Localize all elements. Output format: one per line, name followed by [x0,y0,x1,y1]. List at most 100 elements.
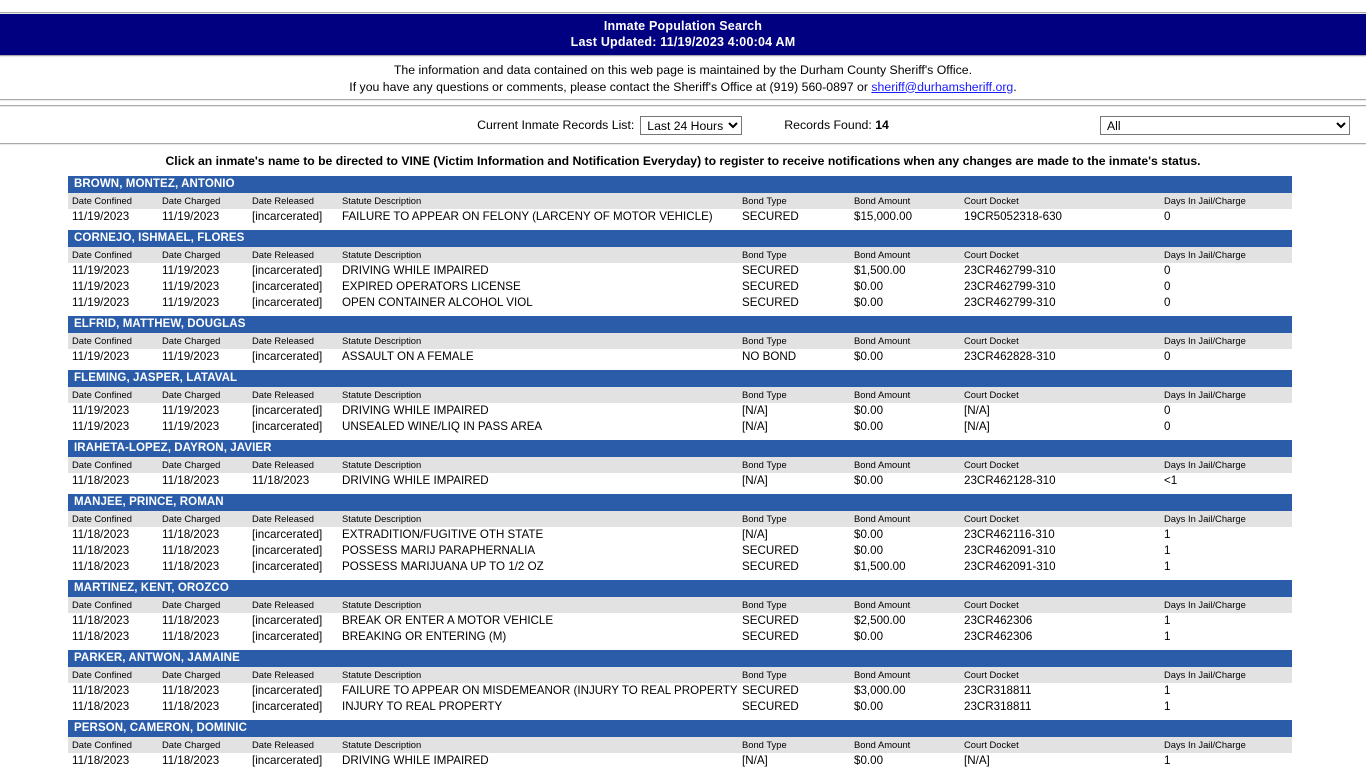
cell-date-confined: 11/19/2023 [68,419,158,435]
inmate-name-link[interactable]: MARTINEZ, KENT, OROZCO [74,582,229,594]
column-header-row: Date ConfinedDate ChargedDate ReleasedSt… [68,247,1292,263]
inmate-name-link[interactable]: IRAHETA-LOPEZ, DAYRON, JAVIER [74,442,272,454]
cell-days-in-jail: 0 [1160,419,1292,435]
table-row: 11/18/202311/18/2023[incarcerated]BREAK … [68,613,1292,629]
inmate-name-link[interactable]: BROWN, MONTEZ, ANTONIO [74,178,235,190]
cell-date-confined: 11/18/2023 [68,559,158,575]
cell-statute-description: DRIVING WHILE IMPAIRED [338,473,738,489]
cell-statute-description: FAILURE TO APPEAR ON MISDEMEANOR (INJURY… [338,683,738,699]
cell-date-charged: 11/18/2023 [158,629,248,645]
cell-court-docket: [N/A] [960,403,1160,419]
column-header-court-docket: Court Docket [960,737,1160,753]
table-row: 11/19/202311/19/2023[incarcerated]DRIVIN… [68,403,1292,419]
table-row: 11/19/202311/19/2023[incarcerated]DRIVIN… [68,263,1292,279]
column-header-statute-description: Statute Description [338,247,738,263]
cell-bond-type: [N/A] [738,403,850,419]
sheriff-email-link[interactable]: sheriff@durhamsheriff.org [871,80,1013,94]
column-header-bond-type: Bond Type [738,667,850,683]
cell-court-docket: 23CR462091-310 [960,559,1160,575]
cell-days-in-jail: 1 [1160,699,1292,715]
cell-date-released: [incarcerated] [248,559,338,575]
column-header-date-charged: Date Charged [158,457,248,473]
table-row: 11/18/202311/18/2023[incarcerated]DRIVIN… [68,753,1292,768]
cell-date-charged: 11/19/2023 [158,295,248,311]
column-header-date-charged: Date Charged [158,597,248,613]
inmate-name-row: PARKER, ANTWON, JAMAINE [68,650,1292,667]
column-header-date-confined: Date Confined [68,193,158,209]
column-header-court-docket: Court Docket [960,193,1160,209]
cell-date-charged: 11/18/2023 [158,473,248,489]
inmate-name-link[interactable]: ELFRID, MATTHEW, DOUGLAS [74,318,245,330]
cell-days-in-jail: 0 [1160,349,1292,365]
inmate-filter-select[interactable]: All [1100,116,1350,135]
column-header-row: Date ConfinedDate ChargedDate ReleasedSt… [68,457,1292,473]
cell-date-confined: 11/19/2023 [68,403,158,419]
cell-date-released: [incarcerated] [248,543,338,559]
cell-date-released: [incarcerated] [248,209,338,225]
inmate-name-row: MANJEE, PRINCE, ROMAN [68,494,1292,511]
inmate-name-link[interactable]: FLEMING, JASPER, LATAVAL [74,372,237,384]
cell-days-in-jail: 0 [1160,209,1292,225]
column-header-bond-type: Bond Type [738,247,850,263]
inmate-name-cell: MANJEE, PRINCE, ROMAN [68,494,1292,511]
column-header-days-in-jail: Days In Jail/Charge [1160,457,1292,473]
inmate-name-row: BROWN, MONTEZ, ANTONIO [68,176,1292,193]
column-header-days-in-jail: Days In Jail/Charge [1160,193,1292,209]
column-header-days-in-jail: Days In Jail/Charge [1160,667,1292,683]
inmate-name-cell: BROWN, MONTEZ, ANTONIO [68,176,1292,193]
cell-bond-type: SECURED [738,279,850,295]
column-header-court-docket: Court Docket [960,667,1160,683]
column-header-bond-amount: Bond Amount [850,387,960,403]
cell-date-confined: 11/18/2023 [68,527,158,543]
cell-bond-type: SECURED [738,543,850,559]
column-header-days-in-jail: Days In Jail/Charge [1160,597,1292,613]
cell-bond-type: NO BOND [738,349,850,365]
column-header-days-in-jail: Days In Jail/Charge [1160,333,1292,349]
inmate-name-link[interactable]: PARKER, ANTWON, JAMAINE [74,652,240,664]
vine-notice: Click an inmate's name to be directed to… [0,145,1366,176]
cell-date-confined: 11/19/2023 [68,295,158,311]
records-found-group: Records Found: 14 [784,118,889,132]
column-header-days-in-jail: Days In Jail/Charge [1160,387,1292,403]
column-header-date-charged: Date Charged [158,667,248,683]
cell-date-confined: 11/18/2023 [68,613,158,629]
column-header-date-confined: Date Confined [68,387,158,403]
cell-days-in-jail: 0 [1160,295,1292,311]
inmate-name-cell: ELFRID, MATTHEW, DOUGLAS [68,316,1292,333]
inmate-name-cell: IRAHETA-LOPEZ, DAYRON, JAVIER [68,440,1292,457]
column-header-date-confined: Date Confined [68,737,158,753]
column-header-date-confined: Date Confined [68,667,158,683]
cell-bond-amount: $2,500.00 [850,613,960,629]
cell-statute-description: UNSEALED WINE/LIQ IN PASS AREA [338,419,738,435]
column-header-statute-description: Statute Description [338,457,738,473]
cell-date-confined: 11/19/2023 [68,349,158,365]
cell-date-confined: 11/19/2023 [68,279,158,295]
inmate-name-row: CORNEJO, ISHMAEL, FLORES [68,230,1292,247]
inmate-name-link[interactable]: MANJEE, PRINCE, ROMAN [74,496,224,508]
cell-date-released: [incarcerated] [248,349,338,365]
column-header-date-released: Date Released [248,667,338,683]
controls-bar: Current Inmate Records List: Last 24 Hou… [0,113,1366,137]
column-header-bond-type: Bond Type [738,387,850,403]
inmate-name-link[interactable]: PERSON, CAMERON, DOMINIC [74,722,247,734]
cell-bond-amount: $0.00 [850,543,960,559]
inmate-name-row: FLEMING, JASPER, LATAVAL [68,370,1292,387]
column-header-row: Date ConfinedDate ChargedDate ReleasedSt… [68,737,1292,753]
column-header-bond-type: Bond Type [738,511,850,527]
cell-date-charged: 11/18/2023 [158,699,248,715]
cell-date-confined: 11/18/2023 [68,683,158,699]
column-header-days-in-jail: Days In Jail/Charge [1160,247,1292,263]
inmate-name-cell: FLEMING, JASPER, LATAVAL [68,370,1292,387]
cell-bond-type: SECURED [738,295,850,311]
cell-court-docket: 23CR462306 [960,629,1160,645]
column-header-date-confined: Date Confined [68,333,158,349]
column-header-bond-amount: Bond Amount [850,511,960,527]
table-row: 11/18/202311/18/2023[incarcerated]EXTRAD… [68,527,1292,543]
page-root: Inmate Population Search Last Updated: 1… [0,0,1366,768]
info-line-2-suffix: . [1013,80,1016,94]
inmate-name-link[interactable]: CORNEJO, ISHMAEL, FLORES [74,232,244,244]
cell-court-docket: [N/A] [960,419,1160,435]
column-header-date-charged: Date Charged [158,387,248,403]
records-range-select[interactable]: Last 24 Hours [640,116,742,135]
table-row: 11/19/202311/19/2023[incarcerated]FAILUR… [68,209,1292,225]
